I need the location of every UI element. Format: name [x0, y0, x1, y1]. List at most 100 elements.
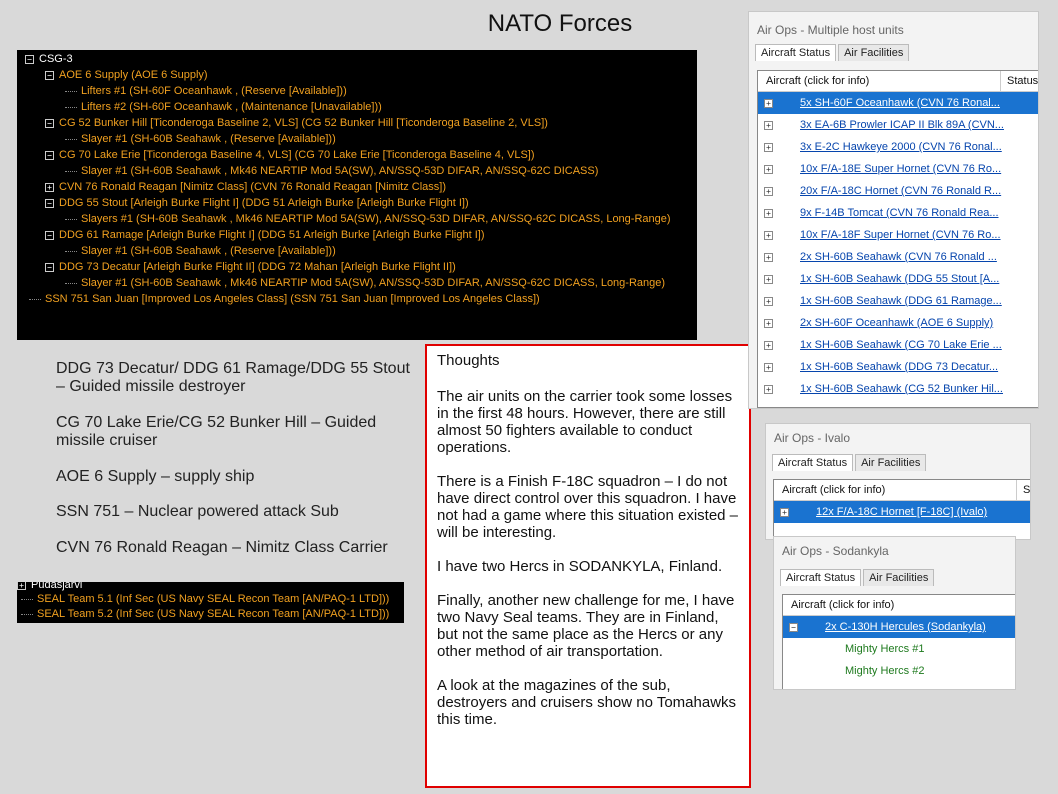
collapse-toggle-icon[interactable]: −	[45, 70, 54, 80]
expand-icon[interactable]: +	[764, 363, 773, 372]
aircraft-link[interactable]: 2x SH-60B Seahawk (CVN 76 Ronald ...	[800, 251, 997, 263]
tree-node[interactable]: Lifters #2 (SH-60F Oceanhawk , (Maintena…	[65, 99, 382, 115]
aircraft-row[interactable]: +2x SH-60F Oceanhawk (AOE 6 Supply)	[758, 312, 1038, 334]
aircraft-row[interactable]: +20x F/A-18C Hornet (CVN 76 Ronald R...	[758, 180, 1038, 202]
aircraft-row[interactable]: +1x SH-60B Seahawk (CG 70 Lake Erie ...	[758, 334, 1038, 356]
tree-node[interactable]: Slayer #1 (SH-60B Seahawk , Mk46 NEARTIP…	[65, 275, 665, 291]
tree-node[interactable]: Slayers #1 (SH-60B Seahawk , Mk46 NEARTI…	[65, 211, 671, 227]
aircraft-row[interactable]: +1x SH-60B Seahawk (DDG 61 Ramage...	[758, 290, 1038, 312]
tree-node[interactable]: − CSG-3	[25, 51, 73, 67]
column-header-aircraft[interactable]: Aircraft (click for info)	[782, 484, 885, 496]
collapse-toggle-icon[interactable]: −	[25, 54, 34, 64]
column-header-aircraft[interactable]: Aircraft (click for info)	[791, 599, 894, 611]
tree-node[interactable]: − DDG 61 Ramage [Arleigh Burke Flight I] …	[45, 227, 485, 243]
tree-node[interactable]: Lifters #1 (SH-60F Oceanhawk , (Reserve …	[65, 83, 347, 99]
grid-header: Aircraft (click for info) S	[774, 480, 1030, 501]
aircraft-row[interactable]: +2x SH-60B Seahawk (CVN 76 Ronald ...	[758, 246, 1038, 268]
collapse-toggle-icon[interactable]: −	[45, 118, 54, 128]
collapse-toggle-icon[interactable]: −	[45, 262, 54, 272]
collapse-toggle-icon[interactable]: −	[45, 150, 54, 160]
tree-node[interactable]: Slayer #1 (SH-60B Seahawk , (Reserve [Av…	[65, 131, 336, 147]
tree-node[interactable]: − DDG 55 Stout [Arleigh Burke Flight I] (…	[45, 195, 469, 211]
sub-aircraft-row[interactable]: Mighty Hercs #2	[783, 660, 1015, 682]
thoughts-paragraph: There is a Finish F-18C squadron – I do …	[437, 473, 739, 541]
aircraft-link[interactable]: 2x SH-60F Oceanhawk (AOE 6 Supply)	[800, 317, 993, 329]
tab-aircraft-status[interactable]: Aircraft Status	[772, 454, 854, 471]
expand-toggle-icon[interactable]: +	[45, 182, 54, 192]
tree-node-label: Slayers #1 (SH-60B Seahawk , Mk46 NEARTI…	[81, 213, 671, 225]
expand-toggle-icon[interactable]: +	[17, 582, 26, 590]
aircraft-link[interactable]: 5x SH-60F Oceanhawk (CVN 76 Ronal...	[800, 97, 1000, 109]
description-destroyer: DDG 73 Decatur/ DDG 61 Ramage/DDG 55 Sto…	[56, 360, 410, 395]
window-title: Air Ops - Ivalo	[774, 431, 851, 445]
aircraft-row[interactable]: +10x F/A-18E Super Hornet (CVN 76 Ro...	[758, 158, 1038, 180]
aircraft-row[interactable]: − 2x C-130H Hercules (Sodankyla)	[783, 616, 1015, 638]
tree-connector	[65, 282, 77, 284]
tree-node[interactable]: Slayer #1 (SH-60B Seahawk , Mk46 NEARTIP…	[65, 163, 598, 179]
expand-icon[interactable]: +	[764, 385, 773, 394]
aircraft-row[interactable]: +1x SH-60B Seahawk (CG 52 Bunker Hil...	[758, 378, 1038, 400]
aircraft-link[interactable]: 12x F/A-18C Hornet [F-18C] (Ivalo)	[816, 506, 987, 518]
tree-node[interactable]: − AOE 6 Supply (AOE 6 Supply)	[45, 67, 208, 83]
collapse-toggle-icon[interactable]: −	[45, 230, 54, 240]
grid-header: Aircraft (click for info)	[783, 595, 1015, 616]
column-header-status[interactable]: Status	[1000, 71, 1038, 91]
expand-icon[interactable]: +	[764, 231, 773, 240]
aircraft-row[interactable]: + 12x F/A-18C Hornet [F-18C] (Ivalo)	[774, 501, 1030, 523]
expand-icon[interactable]: +	[780, 508, 789, 517]
aircraft-link[interactable]: 20x F/A-18C Hornet (CVN 76 Ronald R...	[800, 185, 1001, 197]
tab-air-facilities[interactable]: Air Facilities	[863, 569, 935, 586]
expand-icon[interactable]: +	[764, 165, 773, 174]
tab-aircraft-status[interactable]: Aircraft Status	[755, 44, 837, 61]
aircraft-link[interactable]: 1x SH-60B Seahawk (CG 70 Lake Erie ...	[800, 339, 1002, 351]
tree-node-label: CG 70 Lake Erie [Ticonderoga Baseline 4,…	[59, 149, 535, 161]
expand-icon[interactable]: +	[764, 121, 773, 130]
aircraft-link[interactable]: 1x SH-60B Seahawk (DDG 55 Stout [A...	[800, 273, 999, 285]
tree-node[interactable]: + CVN 76 Ronald Reagan [Nimitz Class] (CV…	[45, 179, 446, 195]
sub-aircraft-row[interactable]: Mighty Hercs #1	[783, 638, 1015, 660]
airops-sodankyla-window: Air Ops - Sodankyla Aircraft Status Air …	[773, 536, 1016, 690]
aircraft-link[interactable]: 2x C-130H Hercules (Sodankyla)	[825, 621, 986, 633]
expand-icon[interactable]: +	[764, 297, 773, 306]
tree-node[interactable]: − CG 70 Lake Erie [Ticonderoga Baseline 4…	[45, 147, 535, 163]
aircraft-link[interactable]: 1x SH-60B Seahawk (CG 52 Bunker Hil...	[800, 383, 1003, 395]
expand-icon[interactable]: +	[764, 187, 773, 196]
expand-icon[interactable]: +	[764, 143, 773, 152]
expand-icon[interactable]: +	[764, 99, 773, 108]
aircraft-link[interactable]: 10x F/A-18F Super Hornet (CVN 76 Ro...	[800, 229, 1001, 241]
aircraft-link[interactable]: 1x SH-60B Seahawk (DDG 73 Decatur...	[800, 361, 998, 373]
tree-connector	[65, 250, 77, 252]
tab-aircraft-status[interactable]: Aircraft Status	[780, 569, 862, 586]
description-supply-ship: AOE 6 Supply – supply ship	[56, 468, 255, 485]
aircraft-link[interactable]: 9x F-14B Tomcat (CVN 76 Ronald Rea...	[800, 207, 999, 219]
expand-icon[interactable]: +	[764, 275, 773, 284]
aircraft-row[interactable]: +1x SH-60B Seahawk (DDG 73 Decatur...	[758, 356, 1038, 378]
collapse-icon[interactable]: −	[789, 623, 798, 632]
column-header-status[interactable]: S	[1016, 480, 1030, 500]
aircraft-row[interactable]: +9x F-14B Tomcat (CVN 76 Ronald Rea...	[758, 202, 1038, 224]
column-header-aircraft[interactable]: Aircraft (click for info)	[766, 75, 869, 87]
aircraft-link[interactable]: 10x F/A-18E Super Hornet (CVN 76 Ro...	[800, 163, 1001, 175]
tab-air-facilities[interactable]: Air Facilities	[855, 454, 927, 471]
expand-icon[interactable]: +	[764, 209, 773, 218]
expand-icon[interactable]: +	[764, 341, 773, 350]
aircraft-row[interactable]: +10x F/A-18F Super Hornet (CVN 76 Ro...	[758, 224, 1038, 246]
aircraft-row[interactable]: +3x E-2C Hawkeye 2000 (CVN 76 Ronal...	[758, 136, 1038, 158]
aircraft-link[interactable]: 1x SH-60B Seahawk (DDG 61 Ramage...	[800, 295, 1002, 307]
tree-node-seal-team-5-1[interactable]: SEAL Team 5.1 (Inf Sec (US Navy SEAL Rec…	[21, 591, 389, 607]
aircraft-link[interactable]: 3x E-2C Hawkeye 2000 (CVN 76 Ronal...	[800, 141, 1002, 153]
tree-node-seal-team-5-2[interactable]: SEAL Team 5.2 (Inf Sec (US Navy SEAL Rec…	[21, 606, 389, 622]
description-sub: SSN 751 – Nuclear powered attack Sub	[56, 503, 339, 520]
aircraft-row[interactable]: +5x SH-60F Oceanhawk (CVN 76 Ronal...	[758, 92, 1038, 114]
collapse-toggle-icon[interactable]: −	[45, 198, 54, 208]
tree-node[interactable]: − DDG 73 Decatur [Arleigh Burke Flight II…	[45, 259, 456, 275]
expand-icon[interactable]: +	[764, 253, 773, 262]
tab-air-facilities[interactable]: Air Facilities	[838, 44, 910, 61]
tree-node[interactable]: − CG 52 Bunker Hill [Ticonderoga Baseline…	[45, 115, 548, 131]
expand-icon[interactable]: +	[764, 319, 773, 328]
aircraft-row[interactable]: +1x SH-60B Seahawk (DDG 55 Stout [A...	[758, 268, 1038, 290]
tree-node[interactable]: SSN 751 San Juan [Improved Los Angeles C…	[29, 291, 540, 307]
aircraft-row[interactable]: +3x EA-6B Prowler ICAP II Blk 89A (CVN..…	[758, 114, 1038, 136]
aircraft-link[interactable]: 3x EA-6B Prowler ICAP II Blk 89A (CVN...	[800, 119, 1004, 131]
tree-node[interactable]: Slayer #1 (SH-60B Seahawk , (Reserve [Av…	[65, 243, 336, 259]
